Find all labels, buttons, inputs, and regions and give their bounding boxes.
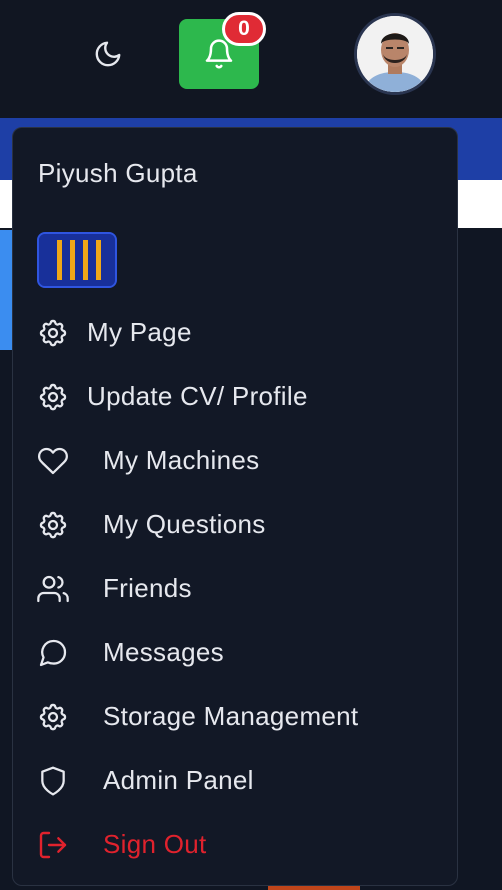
user-dropdown-menu: Piyush Gupta My Page Update CV/ Profile …: [12, 127, 458, 886]
menu-item-my-machines[interactable]: My Machines: [13, 433, 457, 489]
gear-icon: [39, 511, 67, 539]
gear-icon: [39, 703, 67, 731]
page-content-fragment: [0, 180, 12, 228]
menu-item-label: My Machines: [103, 445, 260, 475]
menu-item-label: Update CV/ Profile: [87, 381, 308, 411]
gear-icon: [39, 319, 67, 347]
page-content-fragment: [0, 230, 12, 350]
gear-icon: [39, 383, 67, 411]
menu-item-label: Sign Out: [103, 829, 207, 859]
heart-icon: [38, 447, 68, 475]
menu-item-label: Messages: [103, 637, 224, 667]
brand-logo-icon: [37, 232, 117, 288]
menu-item-sign-out[interactable]: Sign Out: [13, 817, 457, 873]
menu-item-label: Storage Management: [103, 701, 359, 731]
notification-count-badge: 0: [222, 12, 266, 46]
menu-item-storage-management[interactable]: Storage Management: [13, 689, 457, 745]
users-icon: [37, 575, 69, 603]
menu-item-update-cv-profile[interactable]: Update CV/ Profile: [13, 369, 457, 425]
theme-toggle-button[interactable]: [88, 34, 128, 74]
dropdown-user-name: Piyush Gupta: [38, 158, 198, 188]
moon-icon: [95, 41, 121, 67]
user-avatar[interactable]: [357, 16, 433, 92]
menu-item-messages[interactable]: Messages: [13, 625, 457, 681]
menu-item-admin-panel[interactable]: Admin Panel: [13, 753, 457, 809]
message-circle-icon: [39, 639, 67, 667]
menu-item-my-page[interactable]: My Page: [13, 305, 457, 361]
avatar-image: [357, 16, 433, 92]
menu-item-label: My Page: [87, 317, 192, 347]
menu-item-label: My Questions: [103, 509, 266, 539]
menu-item-label: Admin Panel: [103, 765, 254, 795]
shield-icon: [41, 766, 65, 796]
sign-out-icon: [39, 831, 67, 859]
menu-item-label: Friends: [103, 573, 192, 603]
menu-item-my-questions[interactable]: My Questions: [13, 497, 457, 553]
page-content-fragment: [458, 180, 502, 228]
menu-item-friends[interactable]: Friends: [13, 561, 457, 617]
